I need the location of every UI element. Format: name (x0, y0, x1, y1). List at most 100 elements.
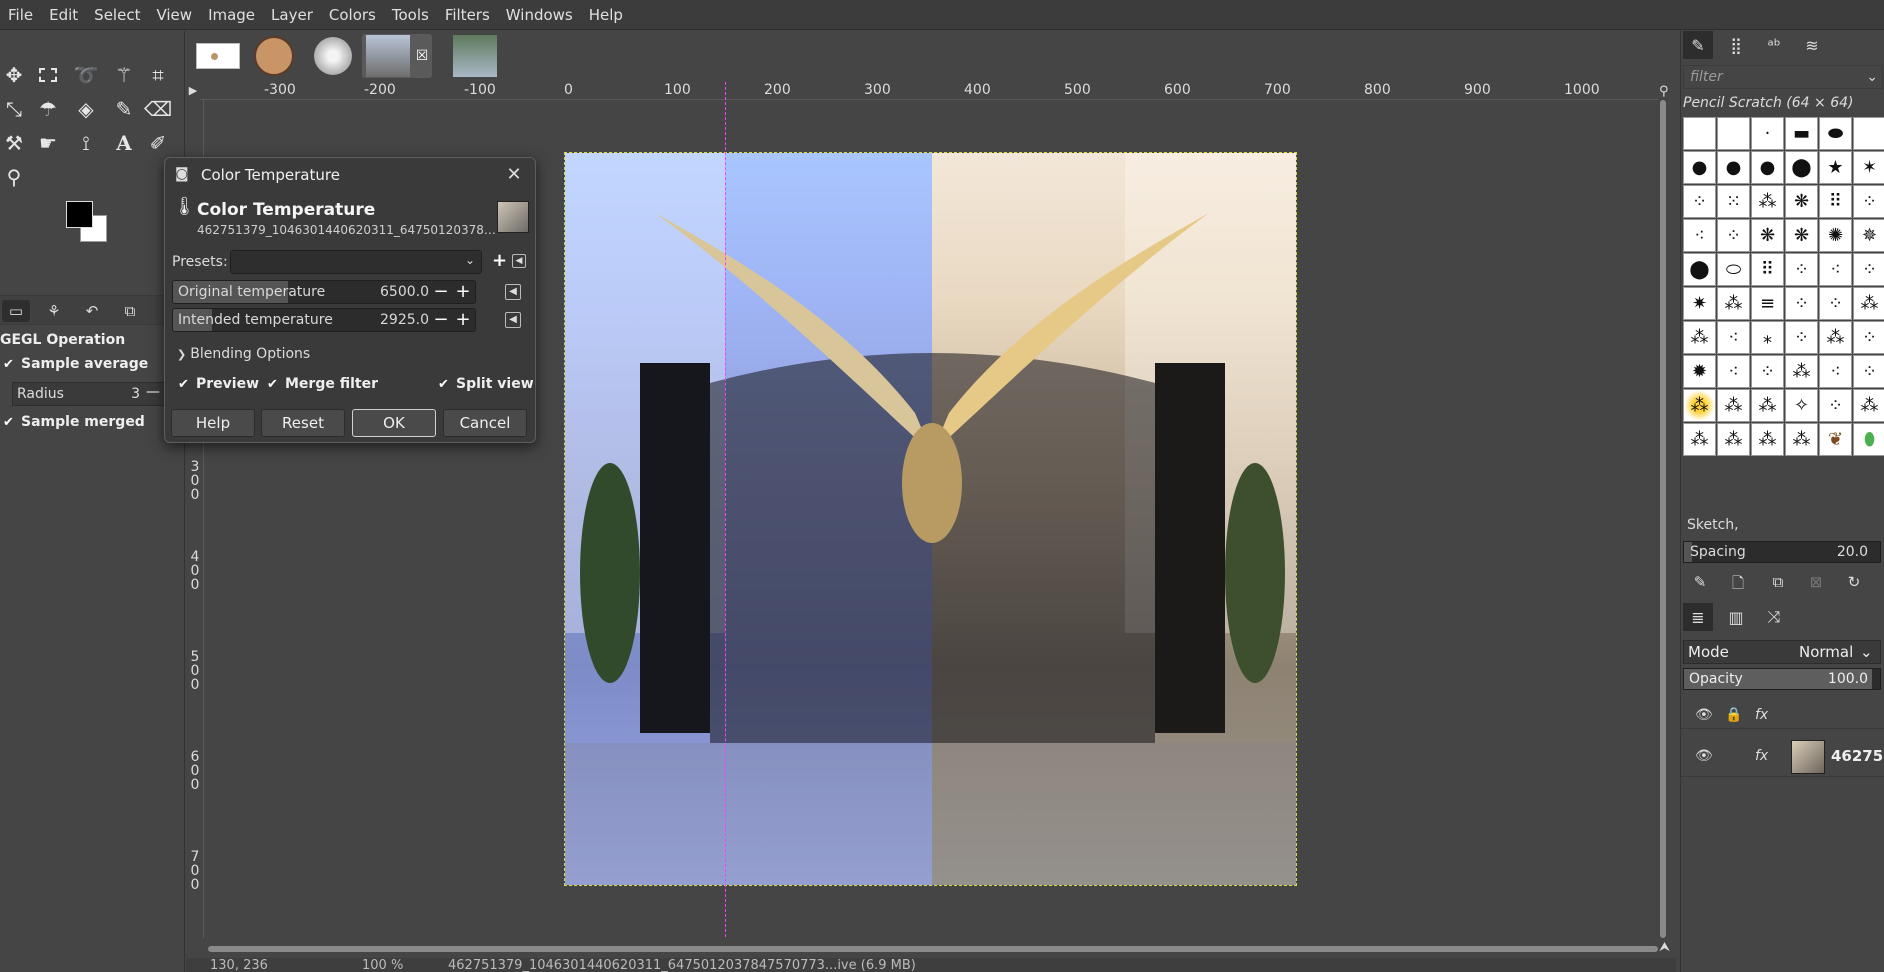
transform-tool-icon[interactable]: ⤡ (0, 95, 28, 123)
minus-icon[interactable]: — (146, 384, 160, 400)
brush-thumbnail[interactable]: ❋ (1785, 219, 1818, 252)
brush-thumbnail[interactable]: ⁖ (1717, 355, 1750, 388)
brush-thumbnail[interactable]: ⬮ (1853, 423, 1884, 456)
brush-thumbnail[interactable]: ⁘ (1819, 287, 1852, 320)
move-tool-icon[interactable]: ✥ (0, 61, 28, 89)
plus-icon[interactable]: + (453, 309, 473, 331)
reset-button[interactable]: Reset (261, 409, 345, 437)
brush-thumbnail[interactable]: ⁘ (1717, 219, 1750, 252)
layer-row[interactable]: 👁 fx 462751 (1681, 737, 1884, 777)
crop-tool-icon[interactable]: ⌗ (144, 61, 172, 89)
brush-thumbnail[interactable]: ⁖ (1683, 219, 1716, 252)
image-canvas[interactable] (564, 152, 1297, 886)
edit-brush-icon[interactable]: ✎ (1689, 573, 1711, 593)
brush-thumbnail[interactable]: ⬤ (1683, 253, 1716, 286)
brush-thumbnail[interactable]: ⁘ (1853, 321, 1884, 354)
sample-merged-checkbox[interactable]: ✔ Sample merged (2, 414, 145, 430)
paths-tab-icon[interactable]: ⤨ (1759, 603, 1789, 631)
brush-thumbnail[interactable]: · (1751, 117, 1784, 150)
brush-thumbnail[interactable]: ⁘ (1785, 253, 1818, 286)
brush-thumbnail[interactable]: ⬬ (1819, 117, 1852, 150)
cancel-button[interactable]: Cancel (443, 409, 527, 437)
brush-thumbnail[interactable]: ⠿ (1751, 253, 1784, 286)
layer-effects-icon[interactable]: fx (1755, 748, 1768, 764)
brush-thumbnail[interactable]: ⁂ (1853, 287, 1884, 320)
visibility-eye-icon[interactable]: 👁 (1695, 748, 1713, 764)
menu-image[interactable]: Image (200, 0, 263, 30)
brush-thumbnail[interactable]: ● (1751, 151, 1784, 184)
brush-grid[interactable]: · ▬ ⬬ ● ● ● ⬤ ★ ✶ ⁘ ⁙ ⁂ ❋ ⠿ ⁘ ⁖ ⁘ ❋ ❋ ✺ ✵ ⬤ ⬭ ⠿ ⁘ ⁖ ⁘ ✷ ⁂ ≡ ⁘ ⁘ ⁂ ⁂ ⁖ ⁎ ⁘ ⁂ ⁘ ✹… (1683, 117, 1884, 491)
images-tab-icon[interactable]: ⧉ (116, 300, 144, 322)
brush-thumbnail[interactable]: ⁂ (1785, 355, 1818, 388)
spacing-spinner[interactable]: Spacing 20.0 (1683, 541, 1881, 563)
menu-tools[interactable]: Tools (384, 0, 437, 30)
brush-thumbnail[interactable]: ⬤ (1785, 151, 1818, 184)
plus-icon[interactable]: + (453, 281, 473, 303)
ok-button[interactable]: OK (352, 409, 436, 437)
zoom-tool-icon[interactable]: ⚲ (0, 163, 28, 191)
brush-thumbnail[interactable]: ⬭ (1717, 253, 1750, 286)
original-temperature-spinner[interactable]: Original temperature 6500.0 − + (172, 280, 476, 304)
text-tool-icon[interactable]: A (110, 129, 138, 157)
brush-thumbnail[interactable]: ⁘ (1785, 287, 1818, 320)
layers-tab-icon[interactable]: ≣ (1683, 603, 1713, 631)
delete-brush-icon[interactable]: ⊠ (1805, 573, 1827, 593)
document-history-tab-icon[interactable]: ≋ (1797, 31, 1827, 59)
brush-thumbnail[interactable]: ⁙ (1717, 185, 1750, 218)
scrollbar-thumb[interactable] (208, 946, 1658, 952)
brush-thumbnail[interactable]: ⠿ (1819, 185, 1852, 218)
brush-thumbnail[interactable]: ❋ (1785, 185, 1818, 218)
brush-thumbnail[interactable]: ⁂ (1819, 321, 1852, 354)
close-icon[interactable]: ✕ (503, 164, 525, 186)
eraser-tool-icon[interactable]: ⌫ (144, 95, 172, 123)
brush-thumbnail[interactable]: ❦ (1819, 423, 1852, 456)
brush-thumbnail[interactable]: ⁘ (1853, 185, 1884, 218)
minus-icon[interactable]: − (431, 309, 451, 331)
presets-combo[interactable]: ⌄ (230, 250, 482, 274)
brush-tags[interactable]: Sketch, (1687, 517, 1739, 533)
add-preset-icon[interactable]: + (492, 250, 507, 271)
free-select-tool-icon[interactable]: ➰ (72, 61, 100, 89)
sample-average-checkbox[interactable]: ✔ Sample average (2, 356, 148, 372)
close-tab-icon[interactable]: ☒ (416, 48, 429, 64)
patterns-tab-icon[interactable]: ⣿ (1721, 31, 1751, 59)
brush-thumbnail[interactable]: ⁘ (1683, 185, 1716, 218)
reset-intended-icon[interactable]: ◀ (505, 312, 521, 328)
preset-menu-icon[interactable]: ◀ (512, 254, 526, 268)
zoom-fit-icon[interactable]: ⚲ (1659, 84, 1673, 99)
color-picker-tool-icon[interactable]: ✐ (144, 129, 172, 157)
minus-icon[interactable]: − (431, 281, 451, 303)
menu-layer[interactable]: Layer (263, 0, 321, 30)
duplicate-brush-icon[interactable]: ⧉ (1767, 573, 1789, 593)
brush-thumbnail[interactable]: ✧ (1785, 389, 1818, 422)
intended-temperature-spinner[interactable]: Intended temperature 2925.0 − + (172, 308, 476, 332)
brush-thumbnail[interactable]: ⁂ (1683, 321, 1716, 354)
brush-thumbnail[interactable]: ⁂ (1751, 185, 1784, 218)
bucket-fill-tool-icon[interactable]: ◈ (72, 95, 100, 123)
merge-filter-checkbox[interactable]: ✔ Merge filter (266, 376, 378, 392)
brush-thumbnail[interactable]: ⁖ (1717, 321, 1750, 354)
radius-spinner[interactable]: Radius 3 — (12, 382, 167, 406)
tool-options-tab-icon[interactable]: ▭ (2, 300, 30, 322)
menu-windows[interactable]: Windows (498, 0, 581, 30)
brush-thumbnail[interactable]: ⁂ (1751, 423, 1784, 456)
undo-history-tab-icon[interactable]: ↶ (78, 300, 106, 322)
menu-filters[interactable]: Filters (437, 0, 498, 30)
brush-thumbnail[interactable]: ⁖ (1819, 253, 1852, 286)
brush-thumbnail[interactable]: ⁂ (1683, 389, 1716, 422)
brush-thumbnail[interactable]: ≡ (1751, 287, 1784, 320)
brush-thumbnail[interactable]: ● (1717, 151, 1750, 184)
paintbrush-tool-icon[interactable]: ✎ (110, 95, 138, 123)
brush-thumbnail[interactable]: ⁂ (1683, 423, 1716, 456)
warp-tool-icon[interactable]: ☂ (34, 95, 62, 123)
ruler-corner-icon[interactable]: ▶ (186, 82, 200, 100)
brush-thumbnail[interactable]: ⁂ (1751, 389, 1784, 422)
brush-thumbnail[interactable] (1853, 117, 1884, 150)
brush-thumbnail[interactable]: ✹ (1683, 355, 1716, 388)
brush-thumbnail[interactable]: ⁂ (1717, 287, 1750, 320)
brush-thumbnail[interactable]: ● (1683, 151, 1716, 184)
brush-thumbnail[interactable]: ⁘ (1853, 253, 1884, 286)
fg-bg-color-selector[interactable] (66, 201, 110, 245)
channels-tab-icon[interactable]: ▥ (1721, 603, 1751, 631)
menu-edit[interactable]: Edit (41, 0, 86, 30)
